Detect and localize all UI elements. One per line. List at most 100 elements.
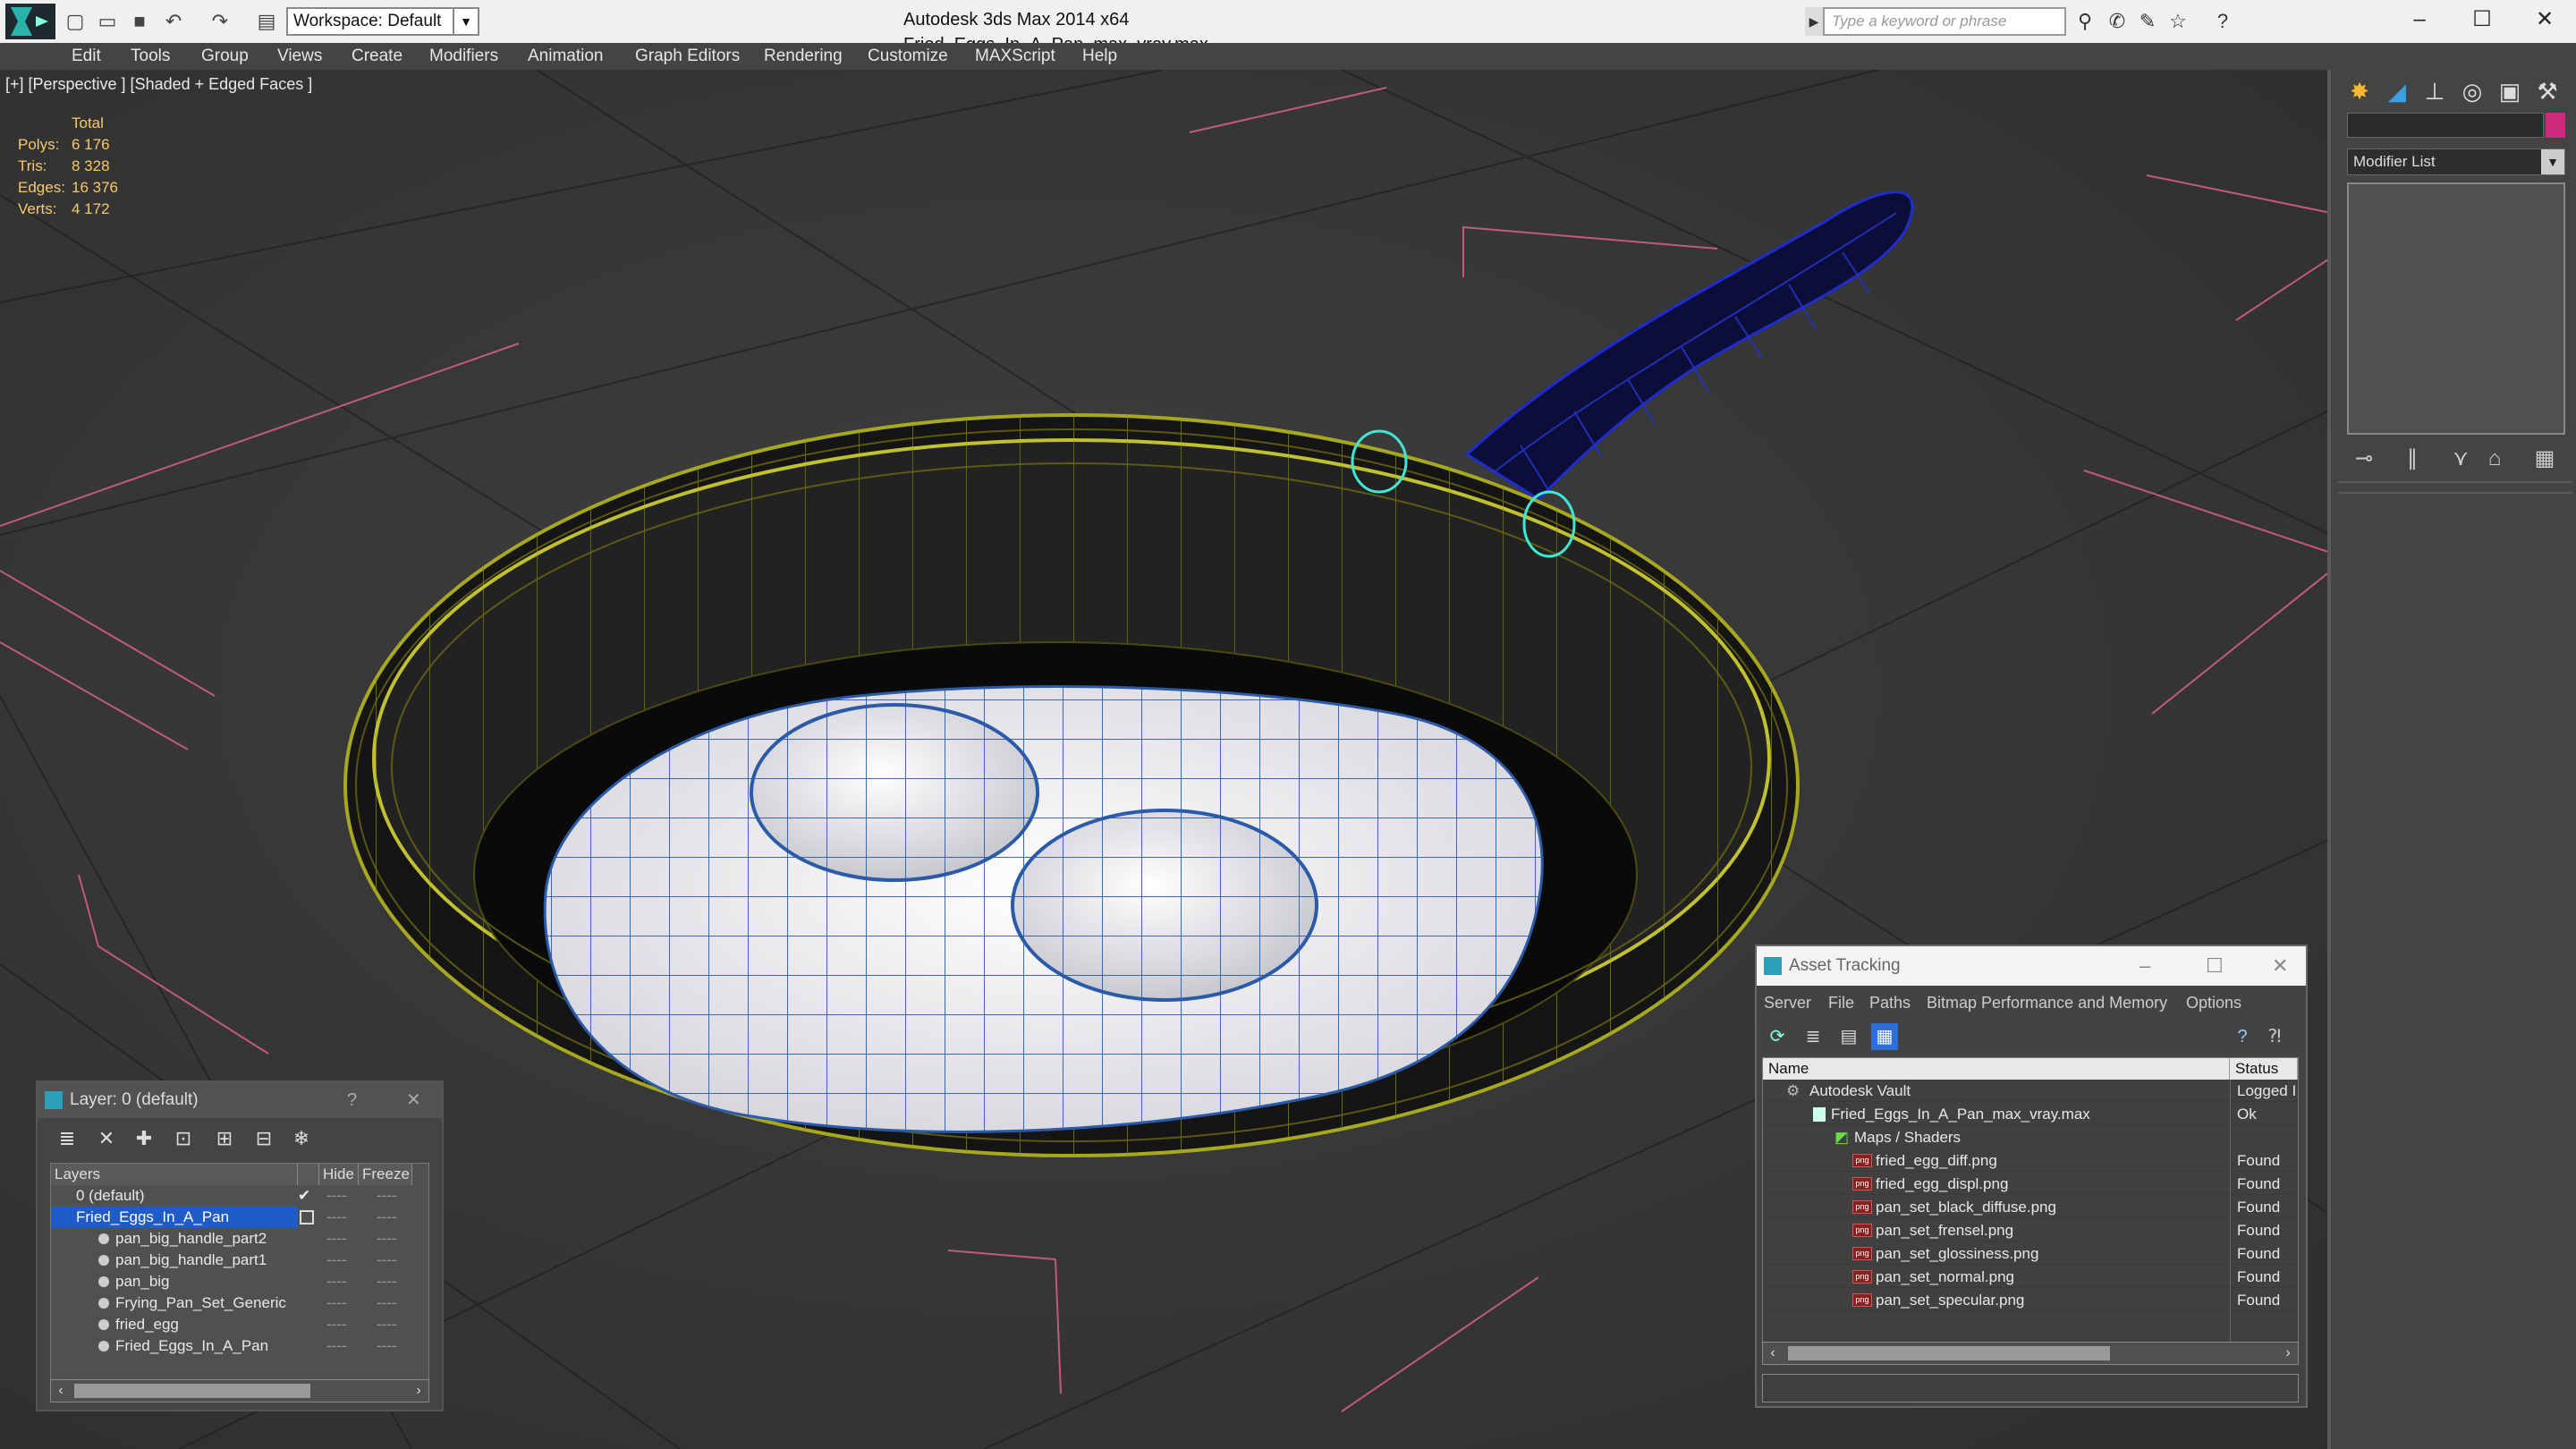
open-file-icon[interactable]: ▭	[95, 9, 120, 34]
undo-icon[interactable]: ↶	[161, 9, 186, 34]
table-view-icon[interactable]: ▦	[1871, 1023, 1898, 1050]
scrollbar-thumb[interactable]	[74, 1384, 310, 1398]
horizontal-scrollbar[interactable]: ‹ ›	[50, 1379, 429, 1402]
hide-toggle[interactable]: ----	[326, 1207, 353, 1228]
column-header-freeze[interactable]: Freeze	[359, 1164, 412, 1185]
menu-animation[interactable]: Animation	[528, 43, 604, 70]
save-file-icon[interactable]: ■	[127, 9, 152, 34]
refresh-icon[interactable]: ⟳	[1764, 1023, 1791, 1050]
viewport-label[interactable]: [+] [Perspective ] [Shaded + Edged Faces…	[5, 75, 312, 94]
binoculars-icon[interactable]: ⚲	[2070, 7, 2100, 36]
app-logo-button[interactable]	[5, 4, 55, 39]
maximize-icon[interactable]: ☐	[2206, 946, 2224, 986]
minimize-window-icon[interactable]: –	[2388, 0, 2451, 39]
freeze-all-layers-icon[interactable]: ❄	[288, 1123, 315, 1154]
layer-object-row[interactable]: Fried_Eggs_In_A_Pan ---- ----	[51, 1335, 428, 1357]
maximize-window-icon[interactable]: ☐	[2451, 0, 2513, 39]
layer-object-row[interactable]: pan_big ---- ----	[51, 1271, 428, 1292]
menu-views[interactable]: Views	[277, 43, 322, 70]
column-header-layers[interactable]: Layers	[51, 1164, 298, 1185]
hide-toggle[interactable]: ----	[326, 1314, 353, 1335]
utilities-tab-icon[interactable]: ⚒	[2529, 73, 2565, 109]
project-folder-icon[interactable]: ▤	[254, 9, 279, 34]
select-layer-objects-icon[interactable]: ⊡	[170, 1123, 197, 1154]
column-header-name[interactable]: Name	[1763, 1058, 2230, 1080]
list-view-icon[interactable]: ≣	[1800, 1023, 1826, 1050]
remove-modifier-icon[interactable]: ⌂	[2478, 444, 2512, 474]
hierarchy-tab-icon[interactable]: ⊥	[2417, 73, 2453, 109]
menu-options[interactable]: Options	[2186, 989, 2241, 1016]
menu-modifiers[interactable]: Modifiers	[429, 43, 498, 70]
layer-panel-titlebar[interactable]: Layer: 0 (default) ? ✕	[38, 1082, 442, 1118]
column-header-status[interactable]: Status	[2230, 1058, 2298, 1080]
layer-row-selected[interactable]: Fried_Eggs_In_A_Pan ---- ----	[51, 1207, 428, 1228]
hide-toggle[interactable]: ----	[326, 1271, 353, 1292]
hide-toggle[interactable]: ----	[326, 1292, 353, 1314]
layer-row[interactable]: 0 (default) ✔ ---- ----	[51, 1185, 428, 1207]
show-end-result-icon[interactable]: ∥	[2395, 444, 2429, 474]
scroll-right-icon[interactable]: ›	[409, 1380, 428, 1402]
motion-tab-icon[interactable]: ◎	[2454, 73, 2490, 109]
freeze-toggle[interactable]: ----	[377, 1228, 403, 1250]
asset-row[interactable]: ⚙ Autodesk Vault Logged I	[1763, 1080, 2298, 1102]
menu-graph-editors[interactable]: Graph Editors	[635, 43, 740, 70]
menu-file[interactable]: File	[1828, 989, 1854, 1016]
layer-object-row[interactable]: pan_big_handle_part1 ---- ----	[51, 1250, 428, 1271]
layer-object-row[interactable]: fried_egg ---- ----	[51, 1314, 428, 1335]
search-expand-icon[interactable]: ▶	[1805, 7, 1823, 36]
layer-table[interactable]: Layers Hide Freeze 0 (default) ✔ ---- --…	[50, 1163, 429, 1388]
menu-server[interactable]: Server	[1764, 989, 1811, 1016]
asset-row[interactable]: png fried_egg_displ.png Found	[1763, 1173, 2298, 1195]
hide-all-layers-icon[interactable]: ⊟	[250, 1123, 277, 1154]
subscription-icon[interactable]: ✎	[2132, 7, 2163, 36]
asset-table[interactable]: Name Status ⚙ Autodesk Vault Logged I Fr…	[1762, 1057, 2299, 1362]
layer-object-row[interactable]: Frying_Pan_Set_Generic ---- ----	[51, 1292, 428, 1314]
horizontal-scrollbar[interactable]: ‹ ›	[1762, 1342, 2299, 1365]
search-input[interactable]: Type a keyword or phrase	[1823, 7, 2066, 36]
close-window-icon[interactable]: ✕	[2513, 0, 2576, 39]
communication-center-icon[interactable]: ✆	[2102, 7, 2132, 36]
asset-row[interactable]: ◩ Maps / Shaders	[1763, 1126, 2298, 1148]
close-icon[interactable]: ✕	[406, 1082, 421, 1118]
freeze-toggle[interactable]: ----	[377, 1335, 403, 1357]
asset-row[interactable]: png pan_set_glossiness.png Found	[1763, 1242, 2298, 1265]
workspace-dropdown[interactable]: Workspace: Default ▼	[286, 7, 479, 36]
freeze-toggle[interactable]: ----	[377, 1292, 403, 1314]
menu-rendering[interactable]: Rendering	[764, 43, 843, 70]
menu-maxscript[interactable]: MAXScript	[975, 43, 1055, 70]
asset-tracking-titlebar[interactable]: Asset Tracking – ☐ ✕	[1757, 946, 2306, 986]
help-icon[interactable]: ?	[2229, 1023, 2256, 1050]
freeze-toggle[interactable]: ----	[377, 1207, 403, 1228]
hide-toggle[interactable]: ----	[326, 1335, 353, 1357]
delete-layer-icon[interactable]: ✕	[93, 1123, 120, 1154]
close-icon[interactable]: ✕	[2272, 946, 2288, 986]
menu-tools[interactable]: Tools	[131, 43, 170, 70]
make-unique-icon[interactable]: ⋎	[2444, 444, 2478, 474]
pin-stack-icon[interactable]: ⊸	[2347, 444, 2381, 474]
minimize-icon[interactable]: –	[2140, 946, 2150, 986]
new-layer-icon[interactable]: ≣	[54, 1123, 80, 1154]
asset-row[interactable]: png pan_set_black_diffuse.png Found	[1763, 1196, 2298, 1218]
menu-help[interactable]: Help	[1082, 43, 1117, 70]
make-current-checkbox[interactable]	[300, 1210, 314, 1224]
object-name-input[interactable]	[2347, 113, 2544, 138]
thumbnail-view-icon[interactable]: ▤	[1835, 1023, 1862, 1050]
new-file-icon[interactable]: ▢	[63, 9, 88, 34]
freeze-toggle[interactable]: ----	[377, 1185, 403, 1207]
hide-toggle[interactable]: ----	[326, 1185, 353, 1207]
configure-modifier-sets-icon[interactable]: ▦	[2528, 444, 2562, 474]
asset-row[interactable]: Fried_Eggs_In_A_Pan_max_vray.max Ok	[1763, 1103, 2298, 1125]
tooltip-help-icon[interactable]: ⁈	[2261, 1023, 2288, 1050]
asset-row[interactable]: png pan_set_frensel.png Found	[1763, 1219, 2298, 1241]
display-tab-icon[interactable]: ▣	[2492, 73, 2528, 109]
scrollbar-thumb[interactable]	[1788, 1346, 2110, 1360]
scroll-left-icon[interactable]: ‹	[1763, 1343, 1783, 1364]
object-color-swatch[interactable]	[2546, 113, 2565, 138]
freeze-toggle[interactable]: ----	[377, 1271, 403, 1292]
menu-edit[interactable]: Edit	[72, 43, 101, 70]
scroll-left-icon[interactable]: ‹	[51, 1380, 71, 1402]
modifier-stack[interactable]	[2347, 182, 2565, 435]
highlight-layer-icon[interactable]: ⊞	[211, 1123, 238, 1154]
help-button[interactable]: ?	[347, 1082, 357, 1118]
help-icon[interactable]: ?	[2207, 7, 2238, 36]
